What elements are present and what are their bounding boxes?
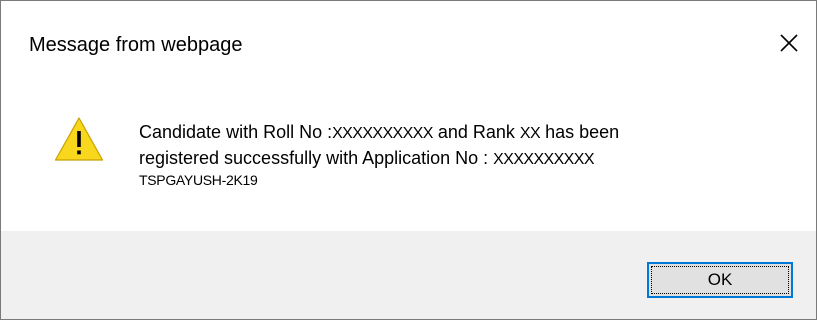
close-button[interactable] bbox=[769, 23, 809, 63]
rank-value: XX bbox=[519, 125, 541, 142]
message-line-2: registered successfully with Application… bbox=[139, 146, 779, 172]
exam-code: TSPGAYUSH-2K19 bbox=[139, 172, 258, 188]
ok-button[interactable]: OK bbox=[647, 262, 793, 298]
dialog-title: Message from webpage bbox=[29, 34, 243, 56]
message-dialog: Message from webpage Candidate with Roll… bbox=[0, 0, 817, 320]
rank-label: and Rank bbox=[432, 122, 520, 142]
message-text: Candidate with Roll No :XXXXXXXXXX and R… bbox=[139, 120, 779, 188]
roll-no-label: Candidate with Roll No : bbox=[139, 122, 333, 142]
close-icon bbox=[780, 34, 798, 52]
dialog-content: Candidate with Roll No :XXXXXXXXXX and R… bbox=[1, 85, 816, 231]
ok-button-label: OK bbox=[651, 266, 789, 294]
message-line-1: Candidate with Roll No :XXXXXXXXXX and R… bbox=[139, 120, 779, 146]
warning-icon bbox=[54, 117, 104, 161]
title-bar[interactable]: Message from webpage bbox=[1, 1, 816, 85]
application-no-label: registered successfully with Application… bbox=[139, 148, 494, 168]
application-no-value: XXXXXXXXXX bbox=[493, 151, 594, 168]
roll-no-value: XXXXXXXXXX bbox=[332, 125, 433, 142]
message-line-1-suffix: has been bbox=[540, 122, 620, 142]
button-bar: OK bbox=[1, 231, 816, 319]
